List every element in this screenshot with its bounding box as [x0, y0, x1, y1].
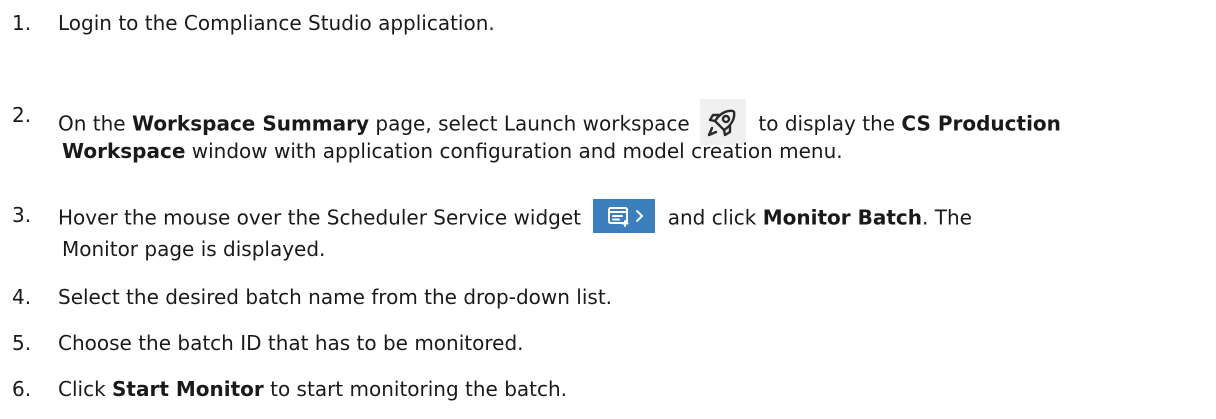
step-number: 4.	[12, 285, 32, 309]
step-number: 1.	[12, 11, 32, 35]
step-text: Login to the Compliance Studio applicati…	[58, 11, 495, 35]
scheduler-widget-icon	[593, 199, 656, 233]
monitor-batch-label: Monitor Batch	[762, 205, 923, 230]
step-3-continuation: Monitor page is displayed.	[62, 237, 326, 261]
cs-production-label: CS Production	[901, 111, 1061, 136]
step-number: 2.	[12, 103, 32, 127]
step-number: 3.	[12, 203, 32, 227]
workspace-summary-label: Workspace Summary	[131, 111, 370, 136]
step-text: Select the desired batch name from the d…	[58, 285, 613, 309]
start-monitor-label: Start Monitor	[112, 377, 264, 401]
step-text: Click Start Monitor to start monitoring …	[58, 377, 568, 401]
step-2-continuation: Workspace window with application config…	[62, 139, 843, 163]
step-number: 5.	[12, 331, 32, 355]
step-text: Hover the mouse over the Scheduler Servi…	[58, 199, 972, 236]
step-text: Choose the batch ID that has to be monit…	[58, 331, 524, 355]
step-number: 6.	[12, 377, 32, 401]
workspace-label: Workspace	[62, 139, 186, 163]
